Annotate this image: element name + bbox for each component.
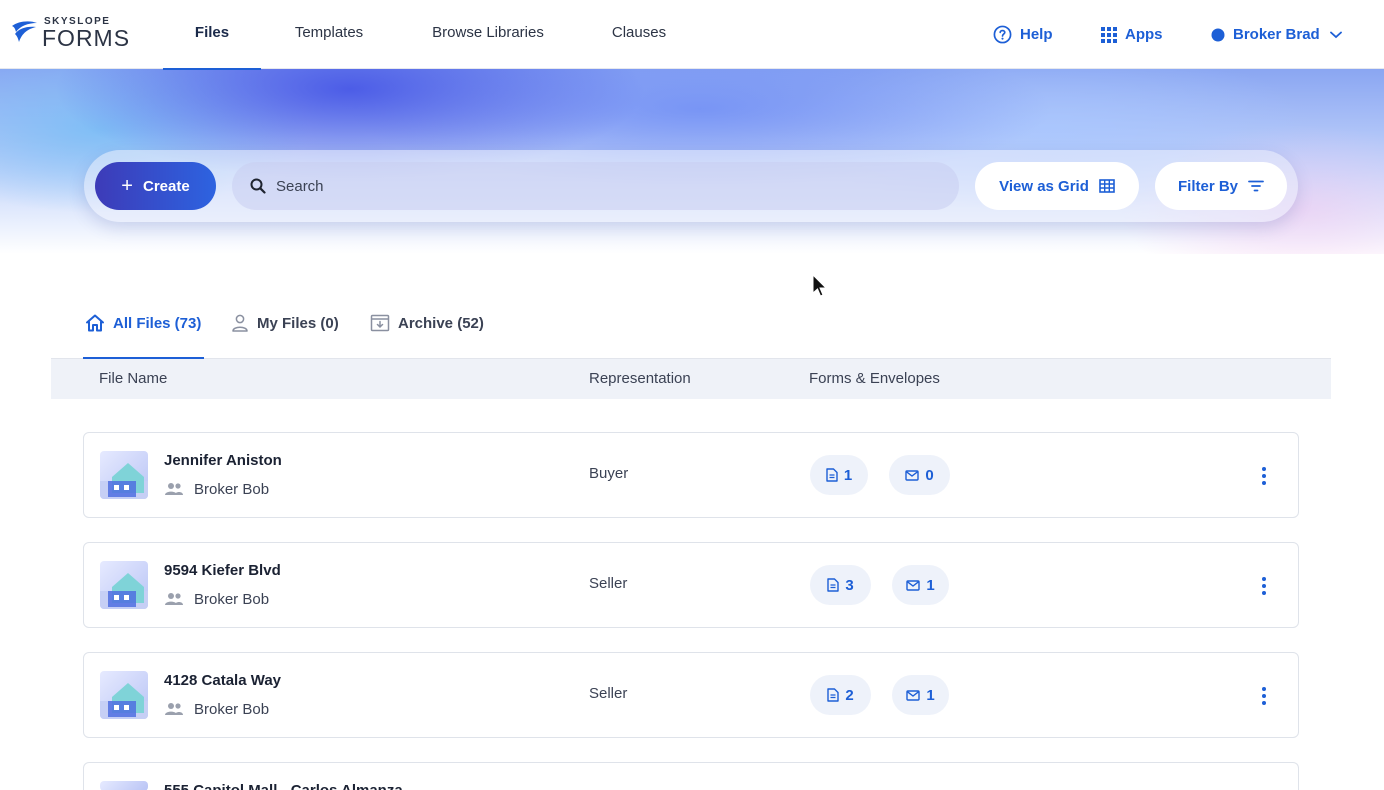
forms-count-chip[interactable]: 2 [810, 675, 871, 715]
agent-name: Broker Bob [194, 700, 270, 718]
document-icon [826, 468, 838, 482]
subtab-archive[interactable]: Archive (52) [370, 308, 484, 338]
table-grid-icon [1099, 179, 1115, 193]
person-icon [231, 314, 249, 332]
forms-count: 1 [843, 466, 853, 484]
column-header-representation[interactable]: Representation [589, 359, 691, 399]
representation-value: Buyer [589, 465, 629, 482]
envelope-icon [906, 579, 921, 591]
house-thumbnail-icon [100, 671, 148, 719]
forms-count: 2 [845, 686, 854, 704]
chevron-down-icon [1329, 31, 1342, 39]
apps-button[interactable]: Apps [1101, 0, 1163, 69]
file-agent: Broker Bob [164, 589, 269, 609]
logo-wordmark-big: FORMS [42, 25, 131, 51]
help-button[interactable]: Help [993, 0, 1053, 69]
user-menu[interactable]: Broker Brad [1211, 0, 1342, 69]
representation-value: Seller [589, 575, 628, 592]
envelopes-count-chip[interactable]: 0 [889, 455, 950, 495]
envelopes-count-chip[interactable]: 1 [892, 675, 949, 715]
forms-count: 3 [845, 576, 854, 594]
table-row[interactable]: 9594 Kiefer Blvd Broker Bob Seller 3 1 [83, 542, 1299, 628]
row-more-options-icon[interactable] [1254, 463, 1274, 489]
filter-lines-icon [1248, 180, 1264, 192]
nav-tab-browse-libraries[interactable]: Browse Libraries [420, 0, 556, 69]
search-box[interactable] [232, 162, 959, 210]
top-nav: SKYSLOPE FORMS Files Templates Browse Li… [0, 0, 1384, 70]
row-more-options-icon[interactable] [1254, 683, 1274, 709]
table-row[interactable]: Jennifer Aniston Broker Bob Buyer 1 0 [83, 432, 1299, 518]
view-as-grid-button[interactable]: View as Grid [975, 162, 1139, 210]
document-icon [827, 688, 840, 702]
envelope-icon [906, 689, 921, 701]
file-title[interactable]: 555 Capitol Mall - Carlos Almanza [164, 782, 403, 790]
nav-tab-clauses[interactable]: Clauses [603, 0, 675, 69]
representation-value: Seller [589, 685, 628, 702]
file-agent: Broker Bob [164, 699, 269, 719]
home-icon [85, 314, 105, 332]
row-more-options-icon[interactable] [1254, 573, 1274, 599]
table-header: File Name Representation Forms & Envelop… [51, 359, 1331, 399]
document-icon [827, 578, 840, 592]
table-row[interactable]: 4128 Catala Way Broker Bob Seller 2 1 [83, 652, 1299, 738]
people-icon [164, 592, 184, 606]
people-icon [164, 482, 184, 496]
people-icon [164, 702, 184, 716]
house-thumbnail-icon [100, 561, 148, 609]
envelope-icon [905, 469, 920, 481]
envelopes-count: 0 [925, 466, 934, 484]
apps-grid-icon [1101, 26, 1117, 43]
apps-label: Apps [1125, 26, 1163, 43]
table-row[interactable]: 555 Capitol Mall - Carlos Almanza [83, 762, 1299, 790]
forms-count-chip[interactable]: 1 [810, 455, 868, 495]
search-input[interactable] [276, 177, 876, 195]
mouse-cursor-icon [812, 273, 828, 303]
house-thumbnail-icon [100, 451, 148, 499]
house-thumbnail-icon [100, 781, 148, 790]
help-circle-icon [993, 25, 1012, 44]
file-title[interactable]: Jennifer Aniston [164, 452, 282, 469]
search-icon [250, 178, 266, 194]
agent-name: Broker Bob [194, 590, 270, 608]
envelopes-count: 1 [926, 686, 935, 704]
plus-icon: + [121, 175, 133, 197]
nav-tab-files[interactable]: Files [163, 0, 261, 70]
agent-name: Broker Bob [194, 480, 270, 498]
create-label: Create [142, 177, 190, 195]
envelopes-count: 1 [926, 576, 935, 594]
column-header-forms-envelopes[interactable]: Forms & Envelopes [809, 359, 940, 399]
view-as-grid-label: View as Grid [999, 177, 1089, 195]
filter-by-button[interactable]: Filter By [1155, 162, 1287, 210]
subtab-all-files[interactable]: All Files (73) [85, 308, 201, 338]
skyslope-swoosh-icon [12, 21, 37, 42]
subtab-my-files-label: My Files (0) [257, 314, 339, 332]
help-label: Help [1020, 26, 1053, 43]
file-title[interactable]: 9594 Kiefer Blvd [164, 562, 281, 579]
subtab-all-files-label: All Files (73) [113, 314, 202, 332]
skyslope-forms-logo[interactable]: SKYSLOPE FORMS [10, 16, 134, 52]
column-header-file-name[interactable]: File Name [99, 359, 167, 399]
filter-by-label: Filter By [1177, 177, 1238, 195]
envelopes-count-chip[interactable]: 1 [892, 565, 949, 605]
file-title[interactable]: 4128 Catala Way [164, 672, 281, 689]
nav-tab-templates[interactable]: Templates [282, 0, 376, 69]
archive-icon [370, 314, 390, 332]
subtab-my-files[interactable]: My Files (0) [231, 308, 339, 338]
forms-count-chip[interactable]: 3 [810, 565, 871, 605]
subtab-archive-label: Archive (52) [398, 314, 484, 332]
avatar-dot-icon [1211, 28, 1225, 42]
file-agent: Broker Bob [164, 479, 269, 499]
create-button[interactable]: + Create [95, 162, 216, 210]
user-name: Broker Brad [1233, 26, 1320, 43]
